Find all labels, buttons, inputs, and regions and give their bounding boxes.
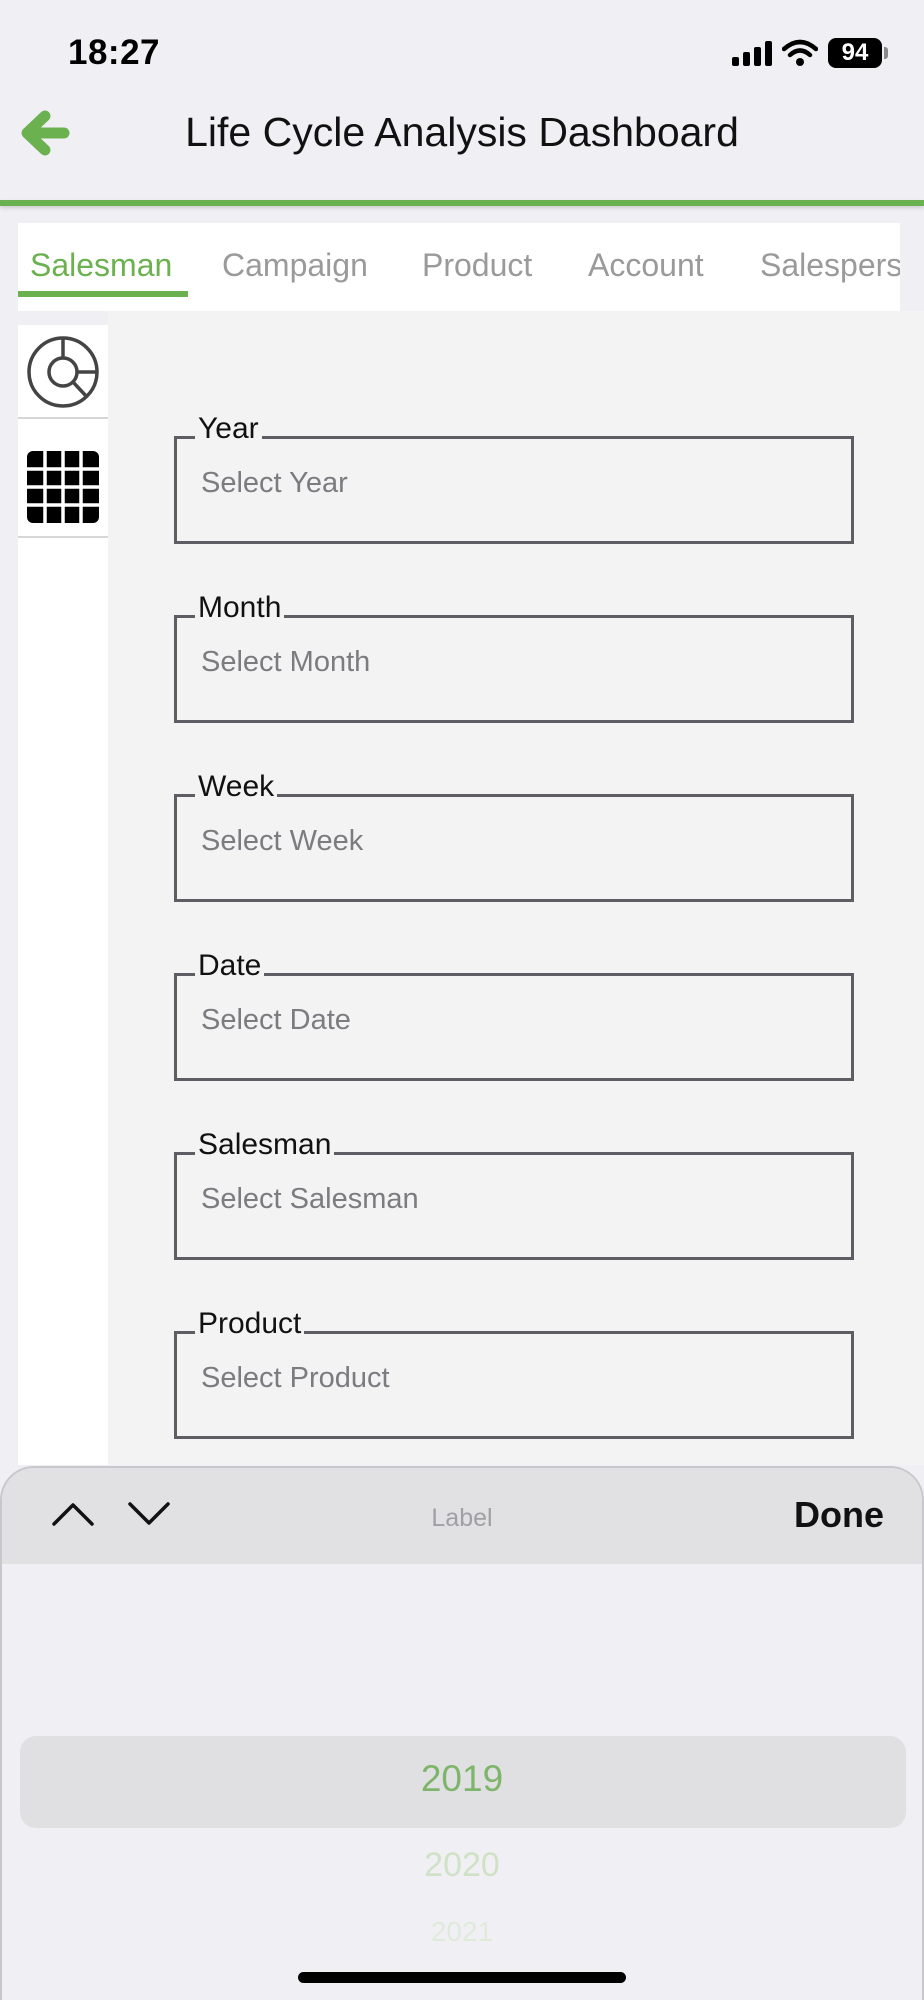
week-input[interactable] (201, 825, 821, 858)
product-input[interactable] (201, 1362, 821, 1395)
picker-toolbar: Label Done (2, 1468, 922, 1564)
header-divider (0, 200, 924, 206)
tab-product[interactable]: Product (422, 247, 532, 284)
month-field: Month (174, 590, 854, 723)
salesman-input[interactable] (201, 1183, 821, 1216)
home-indicator (298, 1972, 626, 1983)
year-input[interactable] (201, 467, 821, 500)
table-view-button[interactable] (18, 442, 108, 532)
product-label: Product (195, 1306, 305, 1342)
picker-option-2021[interactable]: 2021 (2, 1916, 922, 1942)
picker-option-2020[interactable]: 2020 (2, 1846, 922, 1885)
done-button[interactable]: Done (794, 1494, 884, 1536)
status-bar: 18:27 94 (0, 0, 924, 110)
sidebar-divider (18, 536, 108, 538)
battery-icon: 94 (828, 38, 888, 68)
app-header: Life Cycle Analysis Dashboard (0, 95, 924, 200)
tab-campaign[interactable]: Campaign (222, 247, 368, 284)
year-label: Year (195, 411, 262, 447)
date-label: Date (195, 948, 265, 984)
salesman-label: Salesman (195, 1127, 335, 1163)
month-input[interactable] (201, 646, 821, 679)
month-label: Month (195, 590, 285, 626)
sidebar-divider (18, 417, 108, 419)
tab-bar: Salesman Campaign Product Account Salesp… (18, 223, 900, 311)
product-field: Product (174, 1306, 854, 1439)
tab-account[interactable]: Account (588, 247, 704, 284)
date-input[interactable] (201, 1004, 821, 1037)
salesman-field: Salesman (174, 1127, 854, 1260)
chart-view-button[interactable] (18, 327, 108, 417)
status-time: 18:27 (68, 33, 161, 72)
active-tab-indicator (18, 291, 188, 297)
wifi-icon (782, 39, 818, 66)
year-field: Year (174, 411, 854, 544)
week-field: Week (174, 769, 854, 902)
filter-panel: Year Month Week Date Salesman Product (108, 311, 924, 1465)
year-picker-sheet: Label Done 2019 2020 2021 (0, 1466, 924, 2000)
signal-icon (732, 40, 772, 66)
pie-chart-icon (27, 336, 99, 408)
picker-option-2019[interactable]: 2019 (2, 1758, 922, 1800)
week-label: Week (195, 769, 278, 805)
date-field: Date (174, 948, 854, 1081)
picker-label: Label (431, 1504, 493, 1532)
page-title: Life Cycle Analysis Dashboard (185, 109, 739, 155)
battery-level: 94 (828, 38, 882, 68)
status-icons: 94 (732, 38, 888, 68)
view-sidebar (18, 325, 108, 1465)
grid-table-icon (27, 451, 99, 523)
tab-salesman[interactable]: Salesman (30, 247, 172, 284)
tab-salesperson[interactable]: Salespers (760, 247, 900, 284)
